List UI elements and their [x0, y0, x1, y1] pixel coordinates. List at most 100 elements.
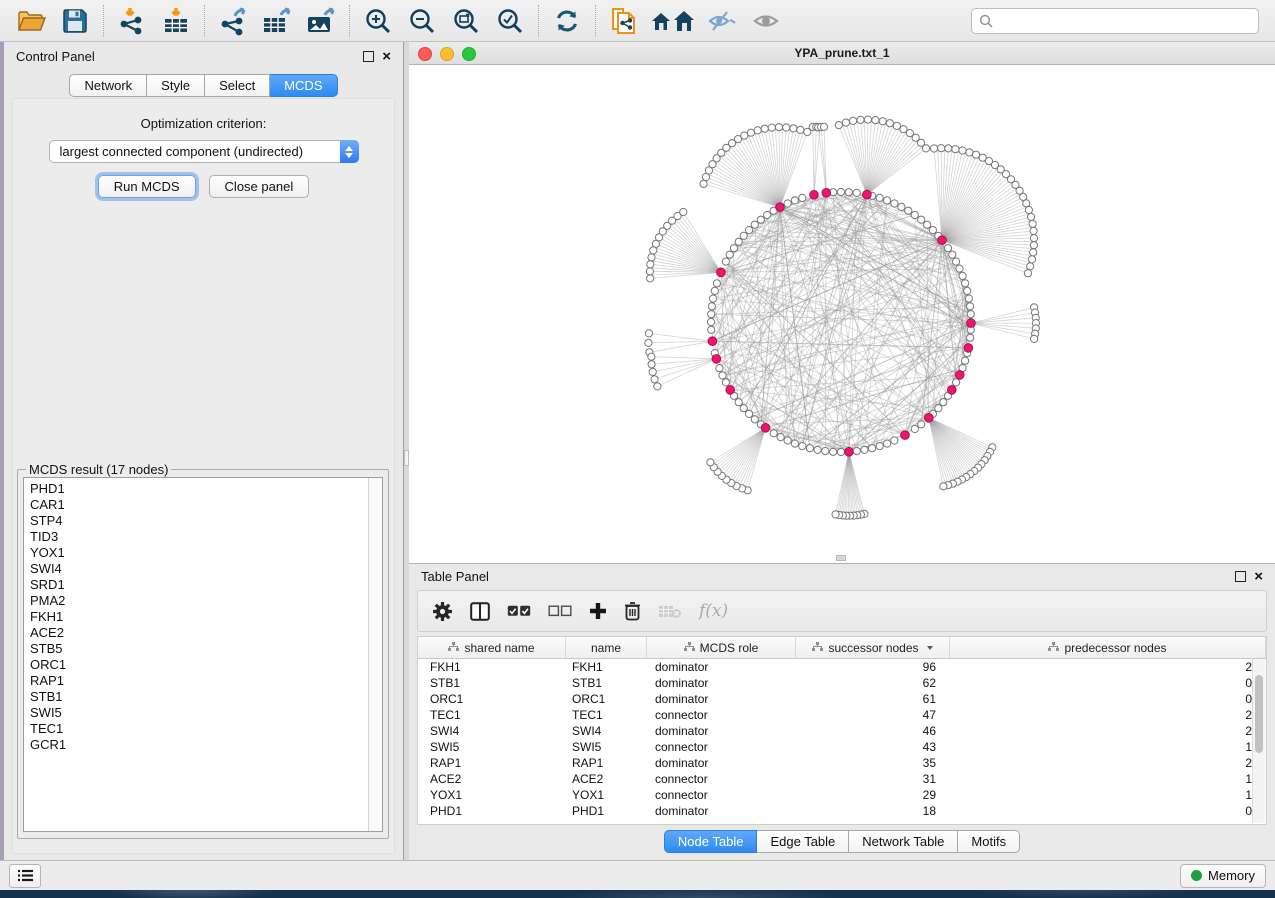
- list-item[interactable]: SWI5: [30, 705, 382, 721]
- network-splitter-grip[interactable]: [836, 555, 846, 561]
- float-table-panel-icon[interactable]: [1235, 571, 1246, 582]
- table-cell: YOX1: [418, 788, 566, 802]
- zoom-out-icon[interactable]: [401, 3, 443, 39]
- network-canvas[interactable]: [409, 65, 1275, 563]
- list-item[interactable]: CAR1: [30, 497, 382, 513]
- list-item[interactable]: TID3: [30, 529, 382, 545]
- column-type-icon: [448, 641, 459, 655]
- first-neighbors-icon[interactable]: [647, 3, 699, 39]
- minimize-window-icon[interactable]: [440, 47, 454, 61]
- deselect-all-columns-icon[interactable]: [548, 605, 572, 617]
- search-input[interactable]: [971, 8, 1259, 34]
- create-column-icon[interactable]: [589, 602, 607, 620]
- list-item[interactable]: FKH1: [30, 609, 382, 625]
- mcds-result-list: PHD1CAR1STP4TID3YOX1SWI4SRD1PMA2FKH1ACE2…: [24, 478, 382, 753]
- show-all-icon[interactable]: [745, 3, 787, 39]
- result-scrollbar[interactable]: [368, 478, 382, 831]
- save-icon[interactable]: [54, 3, 96, 39]
- column-header[interactable]: successor nodes: [796, 637, 950, 658]
- table-row[interactable]: FKH1FKH1dominator962: [418, 659, 1266, 675]
- mcds-panel: Optimization criterion: largest connecte…: [12, 98, 395, 854]
- table-scrollbar[interactable]: [1252, 659, 1265, 823]
- tab-style[interactable]: Style: [147, 74, 205, 97]
- run-mcds-button[interactable]: Run MCDS: [98, 175, 196, 198]
- delete-column-icon[interactable]: [624, 601, 641, 621]
- table-row[interactable]: SWI4SWI4dominator462: [418, 723, 1266, 739]
- hide-selected-icon[interactable]: [701, 3, 743, 39]
- table-panel-header: Table Panel ×: [409, 564, 1275, 589]
- table-cell: 1: [950, 740, 1266, 754]
- column-header[interactable]: predecessor nodes: [950, 637, 1266, 658]
- column-header[interactable]: shared name: [418, 637, 566, 658]
- tab-mcds[interactable]: MCDS: [270, 74, 337, 97]
- zoom-selected-icon[interactable]: [489, 3, 531, 39]
- export-network-icon[interactable]: [212, 3, 254, 39]
- list-item[interactable]: STB1: [30, 689, 382, 705]
- clone-network-icon[interactable]: [603, 3, 645, 39]
- list-item[interactable]: PHD1: [30, 481, 382, 497]
- refresh-icon[interactable]: [546, 3, 588, 39]
- list-item[interactable]: YOX1: [30, 545, 382, 561]
- table-cell: 2: [950, 756, 1266, 770]
- zoom-in-icon[interactable]: [357, 3, 399, 39]
- list-item[interactable]: SRD1: [30, 577, 382, 593]
- table-row[interactable]: TEC1TEC1connector472: [418, 707, 1266, 723]
- table-settings-gear-icon[interactable]: [432, 601, 453, 622]
- table-row[interactable]: SWI5SWI5connector431: [418, 739, 1266, 755]
- list-item[interactable]: ACE2: [30, 625, 382, 641]
- export-table-icon[interactable]: [256, 3, 298, 39]
- list-item[interactable]: RAP1: [30, 673, 382, 689]
- list-item[interactable]: STP4: [30, 513, 382, 529]
- memory-button[interactable]: Memory: [1180, 864, 1266, 888]
- function-builder-icon[interactable]: f(x): [699, 601, 728, 621]
- table-cell: dominator: [647, 676, 796, 690]
- list-item[interactable]: PMA2: [30, 593, 382, 609]
- close-panel-button[interactable]: Close panel: [209, 175, 310, 198]
- list-item[interactable]: SWI4: [30, 561, 382, 577]
- close-window-icon[interactable]: [418, 47, 432, 61]
- network-window: YPA_prune.txt_1: [409, 42, 1275, 563]
- open-file-icon[interactable]: [10, 3, 52, 39]
- export-image-icon[interactable]: [300, 3, 342, 39]
- float-panel-icon[interactable]: [363, 51, 374, 62]
- list-item[interactable]: GCR1: [30, 737, 382, 753]
- mcds-result-listbox: PHD1CAR1STP4TID3YOX1SWI4SRD1PMA2FKH1ACE2…: [23, 477, 383, 832]
- open-folder-icon: [16, 8, 46, 34]
- column-header[interactable]: MCDS role: [647, 637, 796, 658]
- tab-motifs[interactable]: Motifs: [958, 830, 1020, 853]
- tab-edge-table[interactable]: Edge Table: [757, 830, 849, 853]
- tab-network[interactable]: Network: [69, 74, 147, 97]
- tab-select[interactable]: Select: [205, 74, 270, 97]
- table-cell: SWI4: [566, 724, 647, 738]
- control-panel-tabs: NetworkStyleSelectMCDS: [4, 74, 403, 97]
- import-table-icon[interactable]: [155, 3, 197, 39]
- table-row[interactable]: ORC1ORC1dominator610: [418, 691, 1266, 707]
- criterion-dropdown[interactable]: largest connected component (undirected): [49, 140, 359, 163]
- tab-node-table[interactable]: Node Table: [664, 830, 758, 853]
- table-scrollbar-thumb[interactable]: [1255, 675, 1263, 753]
- column-header[interactable]: name: [566, 637, 647, 658]
- table-row[interactable]: RAP1RAP1dominator352: [418, 755, 1266, 771]
- table-row[interactable]: STB1STB1dominator620: [418, 675, 1266, 691]
- show-column-icon[interactable]: [470, 602, 490, 621]
- tab-network-table[interactable]: Network Table: [849, 830, 958, 853]
- table-row[interactable]: ACE2ACE2connector311: [418, 771, 1266, 787]
- list-item[interactable]: TEC1: [30, 721, 382, 737]
- select-all-columns-icon[interactable]: [507, 605, 531, 617]
- close-panel-icon[interactable]: ×: [382, 52, 391, 61]
- delete-table-icon[interactable]: [658, 604, 682, 619]
- table-row[interactable]: YOX1YOX1connector291: [418, 787, 1266, 803]
- list-item[interactable]: ORC1: [30, 657, 382, 673]
- toolbar-separator: [349, 5, 350, 37]
- table-row[interactable]: PHD1PHD1dominator180: [418, 803, 1266, 819]
- column-type-icon: [1048, 641, 1059, 655]
- maximize-window-icon[interactable]: [462, 47, 476, 61]
- network-title: YPA_prune.txt_1: [794, 46, 889, 60]
- import-network-icon[interactable]: [111, 3, 153, 39]
- list-item[interactable]: STB5: [30, 641, 382, 657]
- close-table-panel-icon[interactable]: ×: [1254, 572, 1263, 581]
- table-cell: ORC1: [566, 692, 647, 706]
- table-panel: Table Panel ×: [409, 563, 1275, 860]
- zoom-fit-icon[interactable]: [445, 3, 487, 39]
- task-history-button[interactable]: [9, 864, 41, 888]
